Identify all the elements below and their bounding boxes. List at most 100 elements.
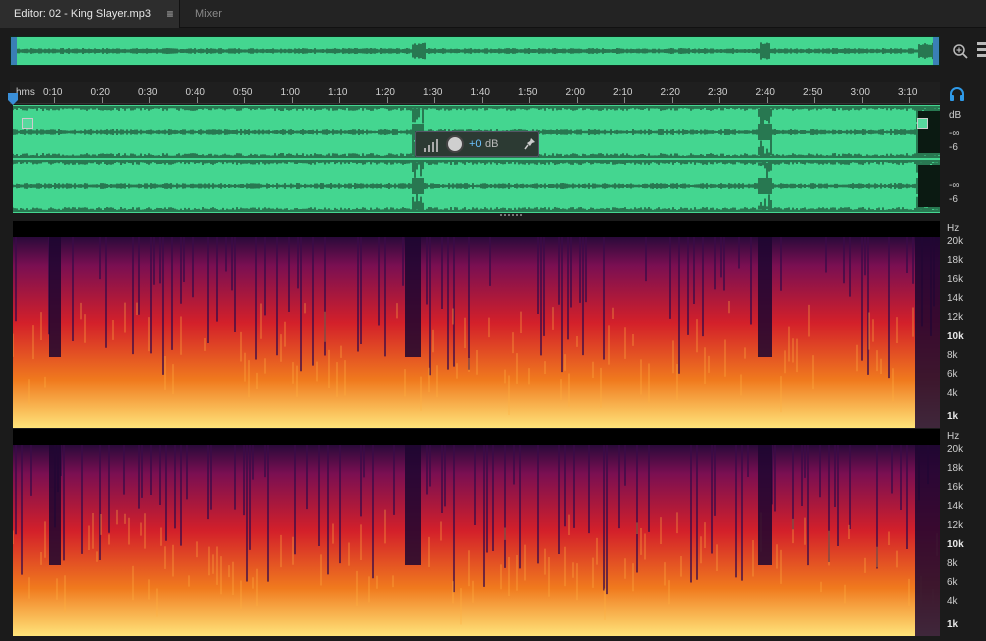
tab-mixer[interactable]: Mixer <box>195 0 222 28</box>
ruler-tick <box>814 97 815 103</box>
hz-scale-label: 14k <box>947 293 964 304</box>
ruler-tick-label: 1:30 <box>423 87 443 98</box>
db-scale-label: -∞ <box>949 180 960 191</box>
ruler-tick-label: 0:20 <box>90 87 110 98</box>
ruler-tick-label: 1:10 <box>328 87 348 98</box>
db-scale-label: -∞ <box>949 128 960 139</box>
hz-scale-label: 16k <box>947 274 964 285</box>
spectral-display-left[interactable] <box>13 221 940 428</box>
volume-unit: dB <box>485 138 499 150</box>
ruler-tick-label: 1:00 <box>280 87 300 98</box>
hz-scale-label: 8k <box>947 558 958 569</box>
ruler-tick-label: 0:30 <box>138 87 158 98</box>
overview-start-handle[interactable] <box>11 37 17 65</box>
spectrogram-quiet-region <box>915 445 940 636</box>
waveform-channel-trace <box>13 160 940 212</box>
hz-scale-label: 4k <box>947 388 958 399</box>
spectrogram-energy-field <box>13 445 940 636</box>
ruler-tick <box>149 97 150 103</box>
pin-icon[interactable] <box>524 137 536 151</box>
ruler-tick-label: 3:10 <box>898 87 918 98</box>
tab-editor[interactable]: Editor: 02 - King Slayer.mp3 <box>0 0 180 28</box>
ruler-tick <box>481 97 483 103</box>
overview-waveform-graphic <box>16 42 934 60</box>
hz-scale-label: 8k <box>947 350 958 361</box>
ruler-tick <box>719 97 720 103</box>
ruler-tick <box>861 97 863 103</box>
hz-scale-label: 1k <box>947 411 959 422</box>
hz-scale-label: 20k <box>947 236 964 247</box>
ruler-tick-label: 3:00 <box>850 87 870 98</box>
ruler-tick <box>766 97 768 103</box>
hz-scale-label: 12k <box>947 520 964 531</box>
hz-scale-label: 12k <box>947 312 964 323</box>
volume-knob-icon[interactable] <box>446 135 464 153</box>
ruler-tick-label: 2:00 <box>565 87 585 98</box>
ruler-tick <box>909 97 910 103</box>
ruler-tick-label: 0:40 <box>185 87 205 98</box>
volume-hud[interactable]: +0 dB <box>415 131 539 157</box>
hz-scale-label: 18k <box>947 255 964 266</box>
volume-value: +0 <box>469 138 482 150</box>
db-scale-label: -6 <box>949 142 958 153</box>
ruler-tick <box>101 97 103 103</box>
ruler-tick <box>386 97 388 103</box>
ruler-tick-label: 2:40 <box>755 87 775 98</box>
spectrogram-quiet-region <box>758 445 772 565</box>
ruler-unit-label: hms <box>16 87 35 98</box>
waveform-end-region <box>918 165 940 207</box>
hz-scale-label: 10k <box>947 331 964 342</box>
spectral-display-right[interactable] <box>13 429 940 636</box>
overview-end-handle[interactable] <box>933 37 939 65</box>
ruler-tick <box>196 97 198 103</box>
fade-out-handle[interactable] <box>917 118 928 129</box>
level-bars-icon <box>424 139 438 152</box>
hz-scale-label: 16k <box>947 482 964 493</box>
ruler-tick <box>244 97 245 103</box>
hz-scale-label: 10k <box>947 539 964 550</box>
spectrogram-quiet-region <box>405 445 421 565</box>
panel-resize-grip[interactable] <box>500 213 524 218</box>
hz-scale-label: Hz <box>947 223 960 234</box>
ruler-tick <box>576 97 578 103</box>
hz-scale-label: 6k <box>947 577 958 588</box>
hz-scale-left: Hz 20k 18k 16k 14k 12k 10k 8k 6k 4k 1k <box>942 221 986 428</box>
ruler-tick <box>624 97 625 103</box>
waveform-display[interactable] <box>13 105 940 213</box>
ruler-tick-label: 2:50 <box>803 87 823 98</box>
db-scale-unit: dB <box>949 110 962 121</box>
overview-waveform[interactable] <box>10 36 940 66</box>
hz-scale-right: Hz 20k 18k 16k 14k 12k 10k 8k 6k 4k 1k <box>942 429 986 636</box>
tab-editor-label: Editor: 02 - King Slayer.mp3 <box>14 8 151 20</box>
hz-scale-label: 18k <box>947 463 964 474</box>
spectrogram-quiet-region <box>49 237 61 357</box>
db-scale-label: -6 <box>949 194 958 205</box>
spectrogram-quiet-region <box>49 445 61 565</box>
playhead-marker[interactable] <box>8 93 18 105</box>
time-ruler[interactable]: hms 0:10 0:20 0:30 0:40 0:50 1:00 1:10 1:20 1:30… <box>10 82 940 104</box>
hz-scale-label: 4k <box>947 596 958 607</box>
ruler-tick-label: 1:50 <box>518 87 538 98</box>
ruler-tick <box>291 97 293 103</box>
hz-scale-label: 14k <box>947 501 964 512</box>
ruler-tick-label: 2:20 <box>660 87 680 98</box>
spectrogram-right-graphic <box>13 445 940 636</box>
waveform-graphic <box>13 106 940 212</box>
zoom-in-icon[interactable] <box>951 42 969 60</box>
ruler-tick-label: 1:20 <box>375 87 395 98</box>
panel-menu-icon[interactable] <box>977 40 986 60</box>
headphones-icon[interactable] <box>949 86 965 102</box>
ruler-tick-label: 2:10 <box>613 87 633 98</box>
spectrogram-quiet-region <box>758 237 772 357</box>
spectrogram-energy-field <box>13 237 940 428</box>
ruler-tick <box>434 97 435 103</box>
fade-in-handle[interactable] <box>22 118 33 129</box>
spectrogram-quiet-region <box>405 237 421 357</box>
ruler-tick <box>671 97 673 103</box>
hz-scale-label: 6k <box>947 369 958 380</box>
tab-menu-icon[interactable]: ≡ <box>164 0 176 28</box>
hz-scale-label: 20k <box>947 444 964 455</box>
ruler-tick <box>529 97 530 103</box>
tab-bar: Editor: 02 - King Slayer.mp3 ≡ Mixer <box>0 0 986 28</box>
overview-waveform-trace <box>16 42 934 60</box>
